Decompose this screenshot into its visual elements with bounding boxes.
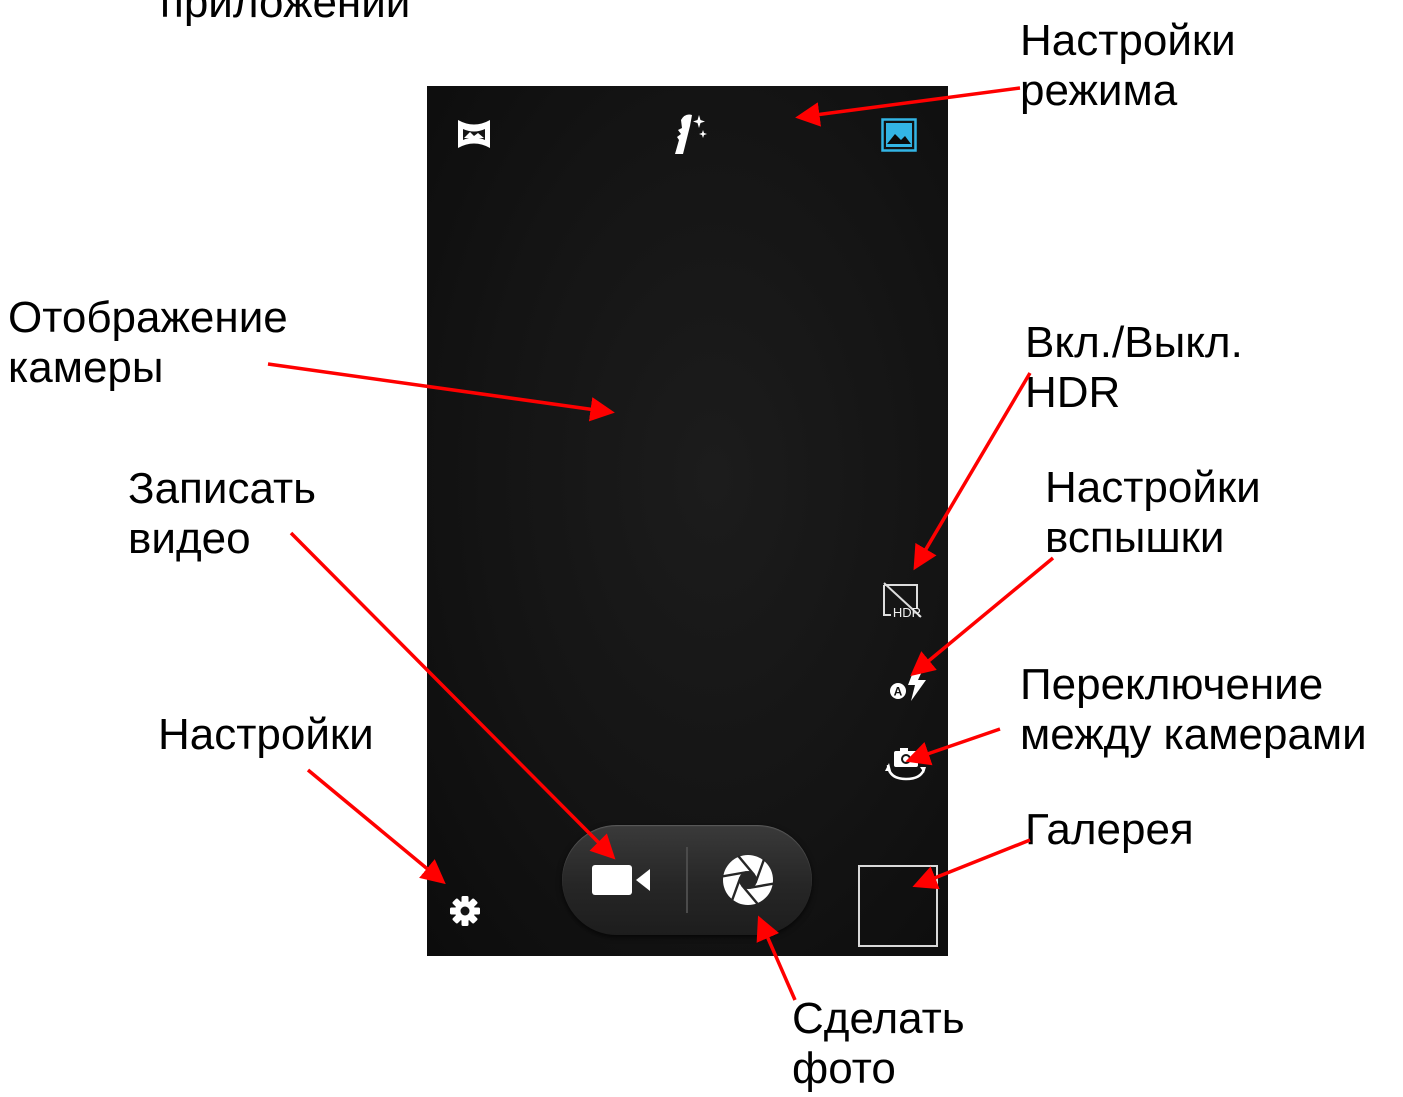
panorama-icon[interactable] <box>455 117 493 151</box>
label-switch-camera: Переключение между камерами <box>1020 660 1367 759</box>
camera-viewfinder[interactable]: HDR A <box>427 86 948 956</box>
hdr-badge-text: HDR <box>893 605 921 619</box>
label-mode-settings: Настройки режима <box>1020 16 1236 115</box>
scene-mode-icon[interactable] <box>881 118 917 152</box>
switch-camera-icon[interactable] <box>883 743 929 785</box>
label-flash: Настройки вспышки <box>1045 463 1261 562</box>
label-camera-view: Отображение камеры <box>8 293 288 392</box>
label-hdr: Вкл./Выкл. HDR <box>1025 318 1243 417</box>
flash-auto-badge: A <box>894 685 903 699</box>
shutter-button[interactable] <box>722 854 774 906</box>
flash-auto-icon[interactable]: A <box>887 664 931 704</box>
label-record-video: Записать видео <box>128 464 317 563</box>
capture-controls <box>562 825 812 935</box>
video-record-button[interactable] <box>592 863 654 897</box>
gallery-thumbnail[interactable] <box>858 865 938 947</box>
pill-divider <box>686 847 688 913</box>
label-settings: Настройки <box>158 710 374 759</box>
beauty-face-icon[interactable] <box>667 110 711 158</box>
label-apps: приложений <box>160 0 411 27</box>
label-gallery: Галерея <box>1025 805 1194 854</box>
settings-gear-icon[interactable] <box>447 893 483 929</box>
label-take-photo: Сделать фото <box>792 994 965 1093</box>
hdr-off-icon[interactable]: HDR <box>881 579 929 619</box>
arrow-settings <box>306 768 446 885</box>
